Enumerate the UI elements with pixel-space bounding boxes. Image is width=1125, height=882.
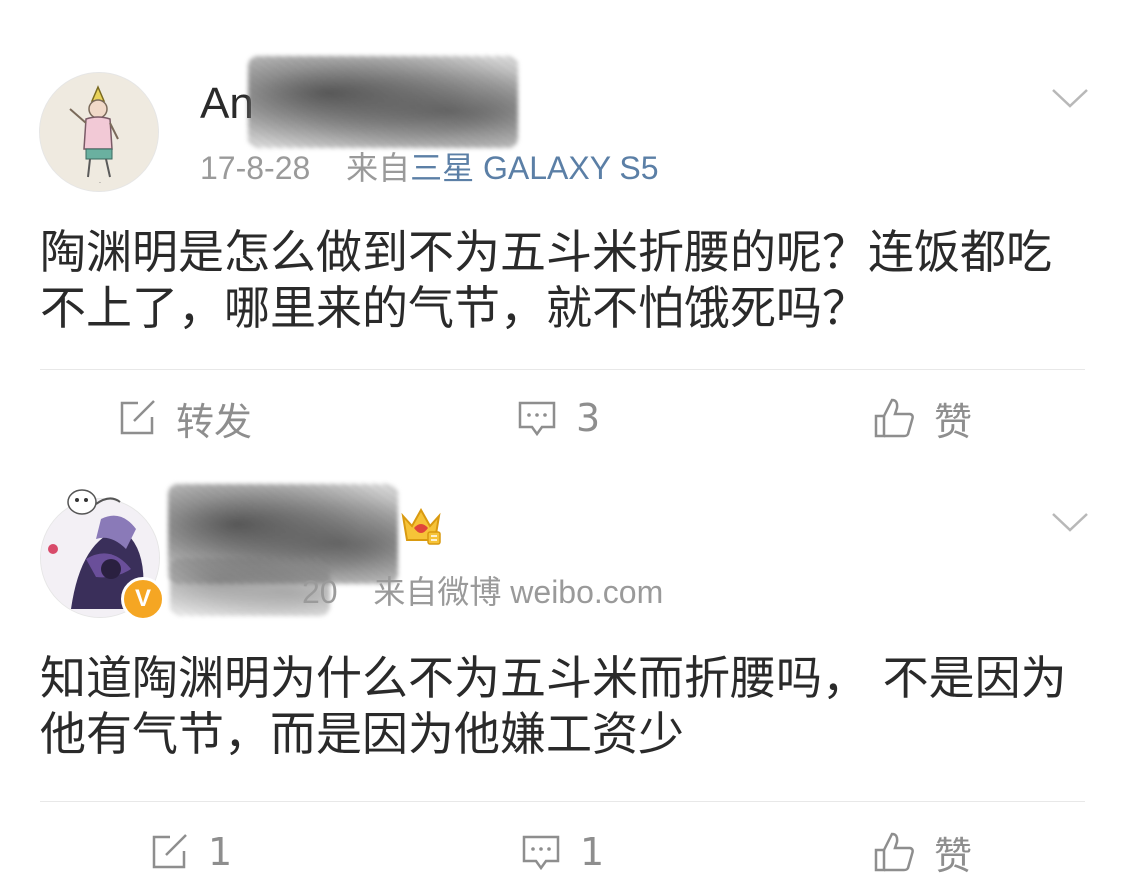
repost-label: 转发 — [176, 399, 253, 444]
source-link[interactable]: weibo.com — [510, 574, 663, 610]
post-2: V 20 来自微博 weibo.com 知道陶渊明为什么不为五斗米而折腰吗， 不… — [0, 470, 1125, 878]
like-icon — [874, 832, 914, 872]
comment-icon — [518, 401, 556, 437]
like-icon — [874, 398, 914, 438]
like-label: 赞 — [934, 833, 973, 878]
avatar-illustration: · — [40, 73, 158, 191]
action-bar: 转发 3 赞 — [0, 388, 1125, 448]
username-redaction — [248, 56, 518, 148]
post-1: · An 17-8-28 来自三星 GALAXY S5 陶渊明是怎么做到不为五斗… — [0, 0, 1125, 470]
post-meta: 17-8-28 来自三星 GALAXY S5 — [200, 148, 659, 188]
like-button[interactable]: 赞 — [872, 388, 972, 448]
like-label: 赞 — [934, 399, 973, 444]
username[interactable]: An — [200, 78, 254, 130]
chevron-down-icon[interactable] — [1050, 510, 1090, 534]
source-link[interactable]: 三星 GALAXY S5 — [410, 150, 658, 186]
comment-count: 3 — [576, 396, 601, 440]
crown-icon[interactable] — [398, 502, 444, 548]
verified-badge: V — [121, 577, 165, 621]
post-date: 17-8-28 — [200, 150, 311, 186]
like-button[interactable]: 赞 — [872, 822, 972, 882]
post-content: 知道陶渊明为什么不为五斗米而折腰吗， 不是因为他有气节，而是因为他嫌工资少 — [40, 651, 1067, 761]
post-content: 陶渊明是怎么做到不为五斗米折腰的呢？连饭都吃不上了，哪里来的气节，就不怕饿死吗？ — [40, 225, 1052, 335]
post-meta: 20 来自微博 weibo.com — [302, 572, 663, 612]
comment-button[interactable]: 1 — [520, 822, 604, 882]
username-text: An — [200, 79, 254, 128]
comment-count: 1 — [580, 830, 605, 874]
divider — [40, 369, 1085, 370]
source-prefix: 来自 — [346, 150, 411, 186]
avatar[interactable]: · — [39, 72, 159, 192]
repost-icon — [120, 400, 155, 435]
repost-button[interactable]: 转发 — [116, 388, 252, 448]
source-prefix: 来自微博 — [373, 574, 502, 610]
comment-button[interactable]: 3 — [516, 388, 600, 448]
repost-button[interactable]: 1 — [148, 822, 232, 882]
chevron-down-icon[interactable] — [1050, 86, 1090, 110]
post-date: 20 — [302, 574, 338, 610]
avatar-overlay-figure — [67, 489, 121, 515]
divider — [40, 801, 1085, 802]
repost-count: 1 — [208, 830, 233, 874]
action-bar: 1 1 赞 — [0, 822, 1125, 882]
svg-text:·: · — [99, 179, 101, 187]
